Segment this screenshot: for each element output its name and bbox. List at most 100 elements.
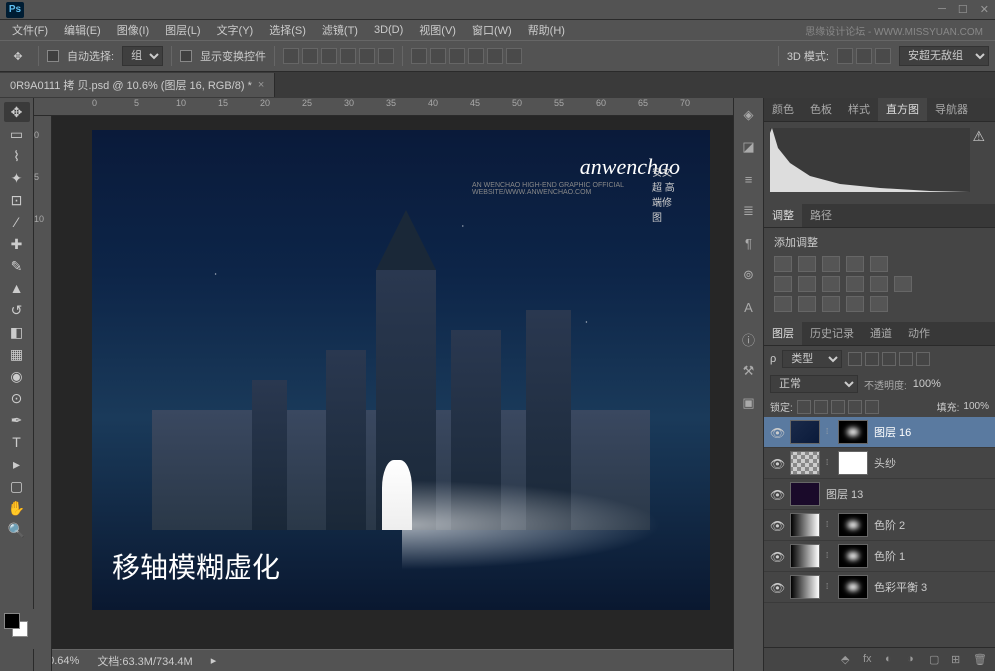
tab-navigator[interactable]: 导航器 [927,98,976,121]
layer-row[interactable]: 👁 ⁞ 色彩平衡 3 [764,572,995,603]
visibility-toggle[interactable]: 👁 [770,519,784,531]
marquee-tool[interactable]: ▭ [4,124,30,144]
layer-mask-thumbnail[interactable] [838,451,868,475]
mask-link-icon[interactable]: ⁞ [826,520,832,530]
tab-layers[interactable]: 图层 [764,321,802,345]
visibility-toggle[interactable]: 👁 [770,581,784,593]
layer-row[interactable]: 👁 ⁞ 图层 16 [764,417,995,448]
pen-tool[interactable]: ✒ [4,410,30,430]
document-tab[interactable]: 0R9A0111 拷 贝.psd @ 10.6% (图层 16, RGB/8) … [0,73,275,97]
type-tool[interactable]: T [4,432,30,452]
visibility-toggle[interactable]: 👁 [770,426,784,438]
3d-group-select[interactable]: 安超无敌组 [899,46,989,66]
menu-type[interactable]: 文字(Y) [211,20,260,40]
adj-row-1[interactable] [774,256,985,272]
mask-link-icon[interactable]: ⁞ [826,458,832,468]
adj-row-2[interactable] [774,276,985,292]
dock-icon-3d[interactable]: ▣ [739,394,759,412]
tab-close-icon[interactable]: × [258,79,264,91]
layer-row[interactable]: 👁 ⁞ 头纱 [764,448,995,479]
histogram-warning-icon[interactable]: ⚠ [972,128,985,145]
dock-icon-brush[interactable]: ⚒ [739,362,759,380]
show-controls-checkbox[interactable] [180,50,192,62]
tab-swatches[interactable]: 色板 [802,98,840,121]
layer-fx-icon[interactable]: fx [863,653,879,667]
layer-thumbnail[interactable] [790,451,820,475]
zoom-tool[interactable]: 🔍 [4,520,30,540]
tab-adjustments[interactable]: 调整 [764,203,802,227]
layer-thumbnail[interactable] [790,575,820,599]
menu-3d[interactable]: 3D(D) [368,22,409,38]
tab-history[interactable]: 历史记录 [802,321,862,345]
delete-layer-icon[interactable]: 🗑 [973,653,989,667]
link-layers-icon[interactable]: ⬘ [841,653,857,667]
move-tool[interactable]: ✥ [4,102,30,122]
menu-view[interactable]: 视图(V) [413,20,462,40]
layer-name[interactable]: 色阶 2 [874,517,905,533]
layer-thumbnail[interactable] [790,420,820,444]
stamp-tool[interactable]: ▲ [4,278,30,298]
filter-icons[interactable] [848,352,930,366]
tab-color[interactable]: 颜色 [764,98,802,121]
layer-mask-thumbnail[interactable] [838,513,868,537]
menu-edit[interactable]: 编辑(E) [58,20,107,40]
tab-paths[interactable]: 路径 [802,203,840,227]
layer-mask-thumbnail[interactable] [838,575,868,599]
dock-icon-2[interactable]: ◪ [739,138,759,156]
dock-icon-a[interactable]: A [739,298,759,316]
layer-name[interactable]: 图层 13 [826,486,863,502]
menu-filter[interactable]: 滤镜(T) [316,20,364,40]
menu-help[interactable]: 帮助(H) [522,20,571,40]
lock-icons[interactable] [797,400,879,414]
layer-thumbnail[interactable] [790,482,820,506]
mask-link-icon[interactable]: ⁞ [826,582,832,592]
dock-icon-4[interactable]: ≣ [739,202,759,220]
dock-icon-3[interactable]: ≡ [739,170,759,188]
layer-name[interactable]: 色彩平衡 3 [874,579,927,595]
layer-thumbnail[interactable] [790,513,820,537]
rectangle-tool[interactable]: ▢ [4,476,30,496]
gradient-tool[interactable]: ▦ [4,344,30,364]
history-brush-tool[interactable]: ↺ [4,300,30,320]
3d-mode-icons[interactable] [837,48,891,64]
visibility-toggle[interactable]: 👁 [770,488,784,500]
menu-select[interactable]: 选择(S) [263,20,312,40]
tab-actions[interactable]: 动作 [900,321,938,345]
blend-mode-select[interactable]: 正常 [770,375,858,393]
layer-row[interactable]: 👁 图层 13 [764,479,995,510]
mask-link-icon[interactable]: ⁞ [826,427,832,437]
menu-image[interactable]: 图像(I) [111,20,155,40]
crop-tool[interactable]: ⊡ [4,190,30,210]
tab-styles[interactable]: 样式 [840,98,878,121]
close-button[interactable]: ✕ [980,3,989,16]
menu-layer[interactable]: 图层(L) [159,20,206,40]
layer-mask-thumbnail[interactable] [838,544,868,568]
mask-link-icon[interactable]: ⁞ [826,551,832,561]
visibility-toggle[interactable]: 👁 [770,457,784,469]
fill-value[interactable]: 100% [963,401,989,412]
tab-histogram[interactable]: 直方图 [878,98,927,121]
align-icons[interactable] [283,48,394,64]
menu-window[interactable]: 窗口(W) [466,20,518,40]
dock-icon-1[interactable]: ◈ [739,106,759,124]
auto-select-checkbox[interactable] [47,50,59,62]
magic-wand-tool[interactable]: ✦ [4,168,30,188]
eyedropper-tool[interactable]: ⁄ [4,212,30,232]
dodge-tool[interactable]: ⊙ [4,388,30,408]
auto-select-mode[interactable]: 组 [122,46,163,66]
layer-name[interactable]: 头纱 [874,455,896,471]
layer-thumbnail[interactable] [790,544,820,568]
group-icon[interactable]: ▢ [929,653,945,667]
dock-icon-cc[interactable]: ⊚ [739,266,759,284]
menu-file[interactable]: 文件(F) [6,20,54,40]
layer-name[interactable]: 色阶 1 [874,548,905,564]
maximize-button[interactable]: ☐ [958,3,968,16]
color-swatches[interactable] [0,609,34,649]
tab-channels[interactable]: 通道 [862,321,900,345]
hand-tool[interactable]: ✋ [4,498,30,518]
eraser-tool[interactable]: ◧ [4,322,30,342]
layer-name[interactable]: 图层 16 [874,424,911,440]
status-chevron-icon[interactable]: ▸ [211,654,217,667]
path-select-tool[interactable]: ▸ [4,454,30,474]
canvas[interactable]: anwenchao 安文超 高端修图 AN WENCHAO HIGH-END G… [92,130,710,610]
